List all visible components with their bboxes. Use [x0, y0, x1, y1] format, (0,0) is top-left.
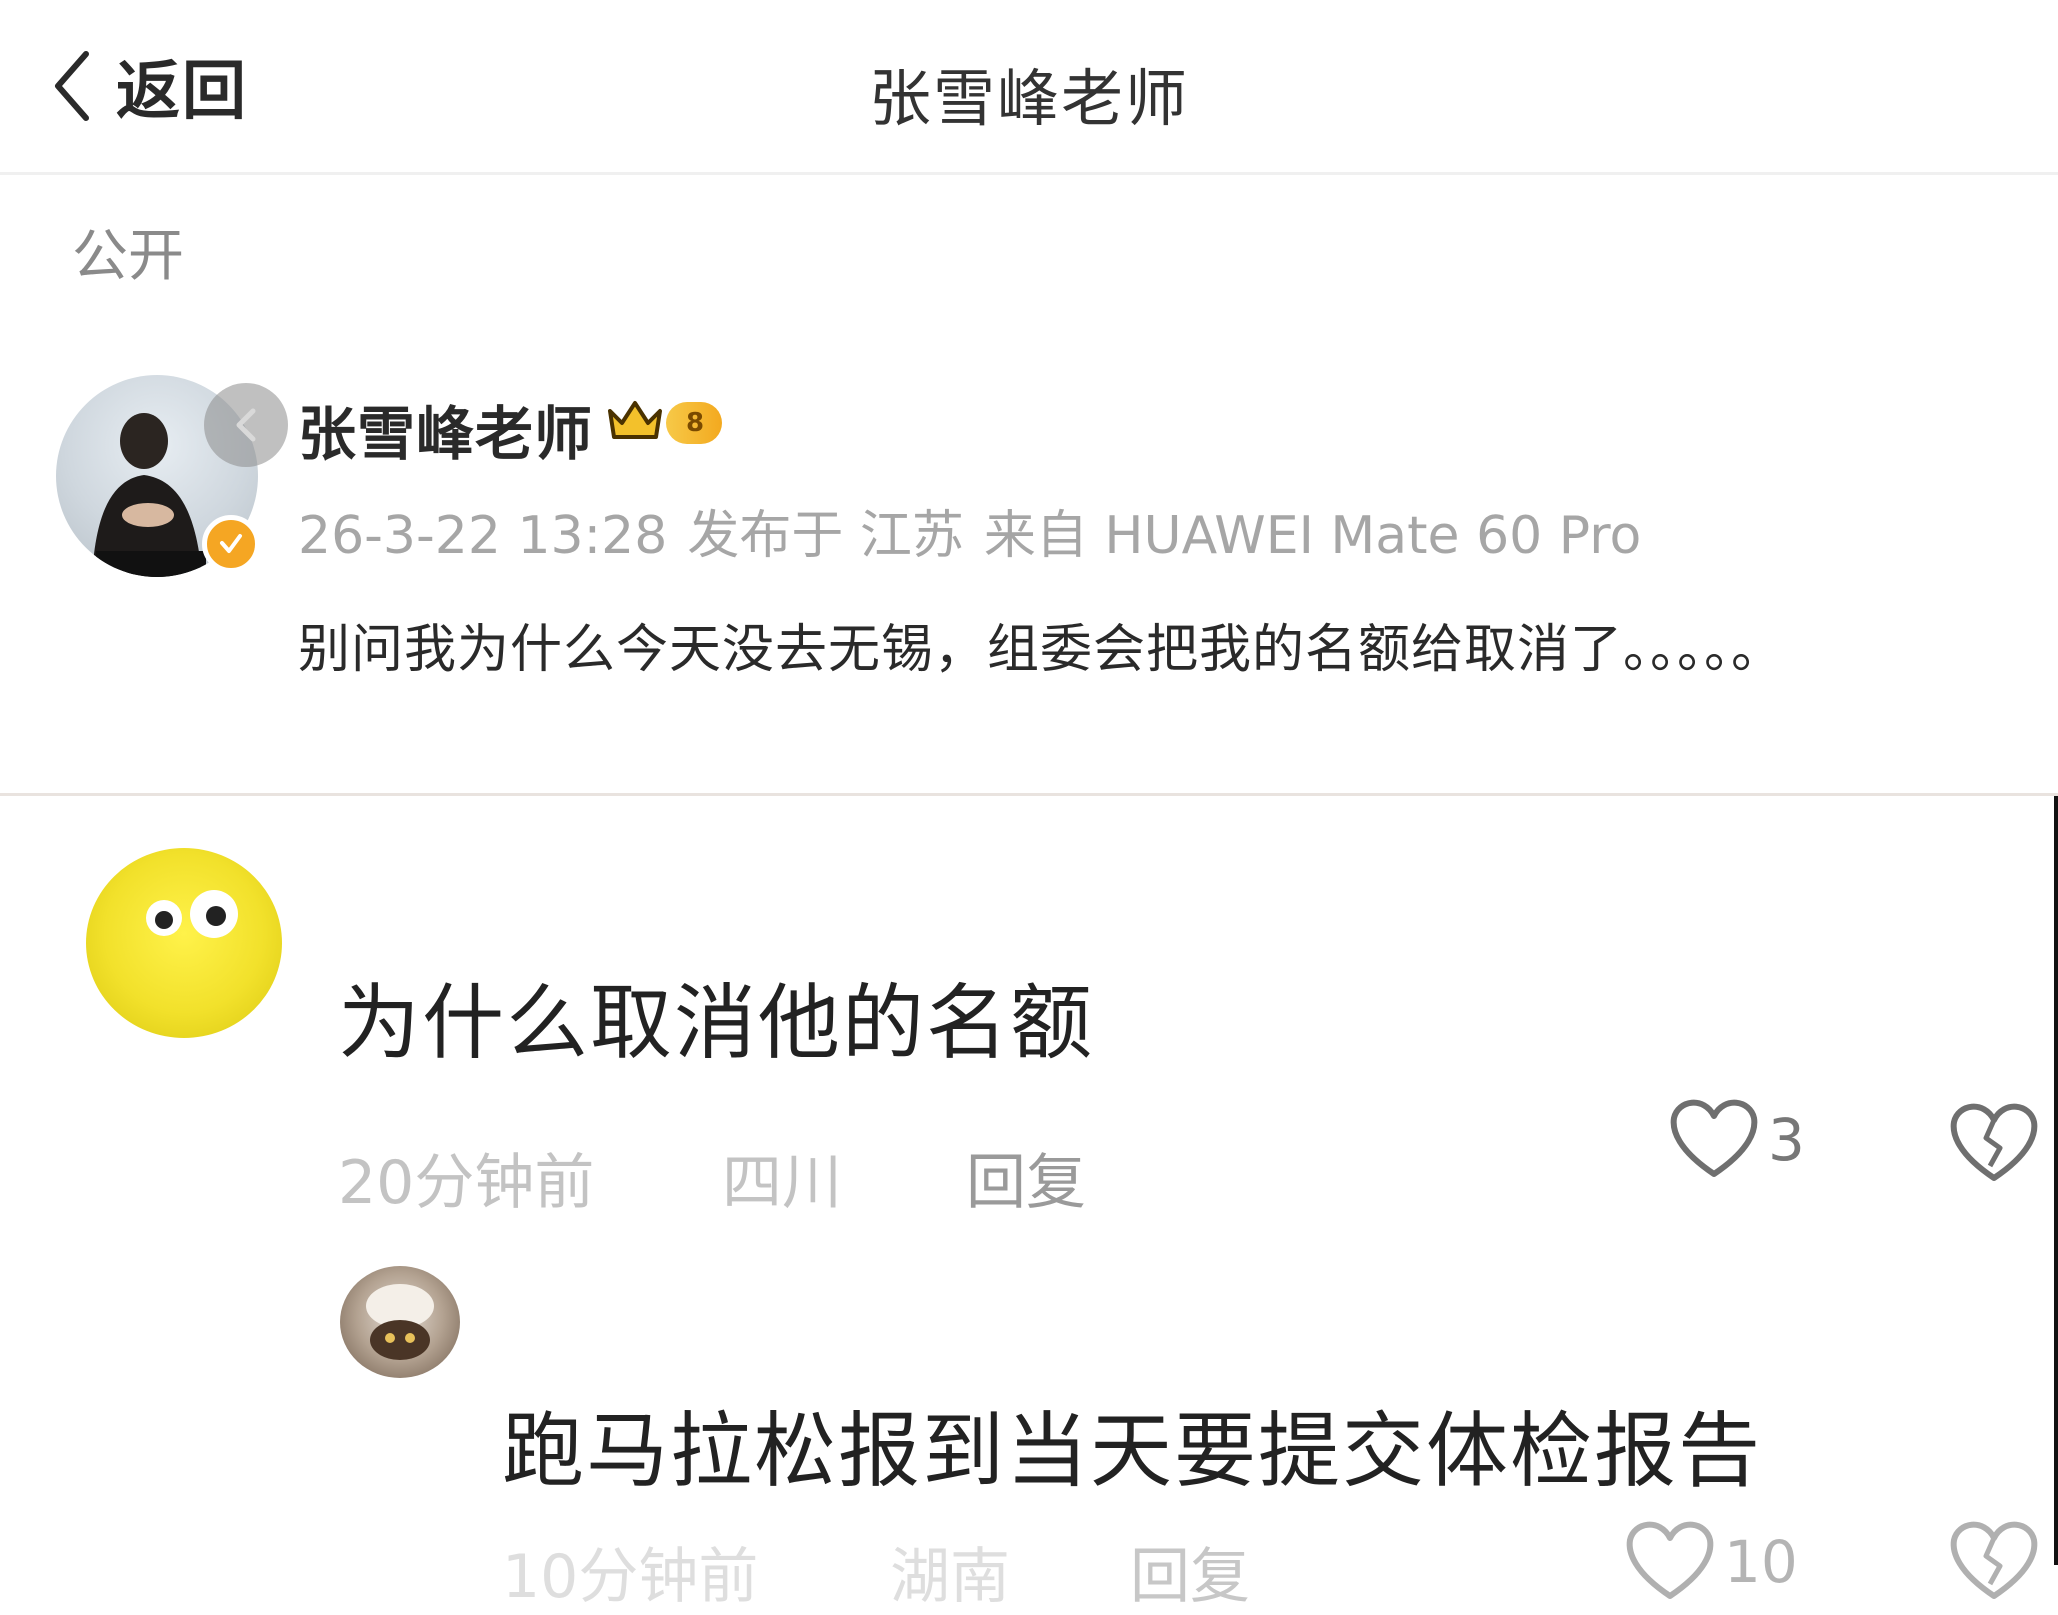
- top-nav-bar: 返回 张雪峰老师: [0, 0, 2058, 175]
- reply-location: 湖南: [890, 1542, 1010, 1612]
- reply-like-button[interactable]: 10: [1624, 1518, 1798, 1606]
- post-card: 公开 张雪峰老师 8 26-3-22 13:28 发布于 江苏 来自 HUAWE…: [0, 175, 2058, 793]
- commenter-avatar[interactable]: [86, 848, 282, 1038]
- heart-icon: [1668, 1096, 1760, 1184]
- heart-icon: [1624, 1518, 1716, 1606]
- post-source: 来自 HUAWEI Mate 60 Pro: [983, 506, 1642, 566]
- floating-back-button[interactable]: [204, 383, 288, 467]
- member-level-badge[interactable]: 8: [606, 397, 723, 449]
- reply-text: 跑马拉松报到当天要提交体检报告: [502, 1404, 1763, 1499]
- post-text: 别问我为什么今天没去无锡，组委会把我的名额给取消了。。。。。: [298, 620, 1785, 680]
- post-location: 发布于 江苏: [687, 506, 964, 566]
- reply-like-count: 10: [1724, 1528, 1798, 1596]
- broken-heart-icon: [1948, 1521, 2040, 1606]
- like-count: 3: [1768, 1106, 1805, 1174]
- post-meta: 26-3-22 13:28 发布于 江苏 来自 HUAWEI Mate 60 Pro: [298, 493, 1641, 568]
- comments-section: 为什么取消他的名额 20分钟前 四川 回复 3 跑马拉松报到当天要提交体检报告 …: [0, 796, 2058, 1612]
- reply-button[interactable]: 回复: [966, 1134, 1086, 1221]
- crown-icon: [606, 397, 664, 449]
- reply-dislike-button[interactable]: [1948, 1518, 2040, 1606]
- screen-edge: [2054, 796, 2058, 1565]
- reply-reply-button[interactable]: 回复: [1130, 1528, 1250, 1615]
- post-date: 26-3-22 13:28: [298, 506, 668, 566]
- level-number: 8: [666, 402, 723, 444]
- verified-badge-icon: [202, 515, 260, 573]
- author-name[interactable]: 张雪峰老师: [298, 387, 593, 471]
- visibility-label: 公开: [72, 224, 184, 289]
- comment-text: 为什么取消他的名额: [338, 976, 1095, 1071]
- broken-heart-icon: [1948, 1103, 2040, 1188]
- reply-time: 10分钟前: [502, 1542, 759, 1612]
- replier-avatar[interactable]: [340, 1266, 460, 1378]
- comment-location: 四川: [722, 1148, 842, 1218]
- comment-time: 20分钟前: [338, 1148, 595, 1218]
- dislike-button[interactable]: [1948, 1100, 2040, 1188]
- like-button[interactable]: 3: [1668, 1096, 1805, 1184]
- page-title: 张雪峰老师: [868, 62, 1189, 135]
